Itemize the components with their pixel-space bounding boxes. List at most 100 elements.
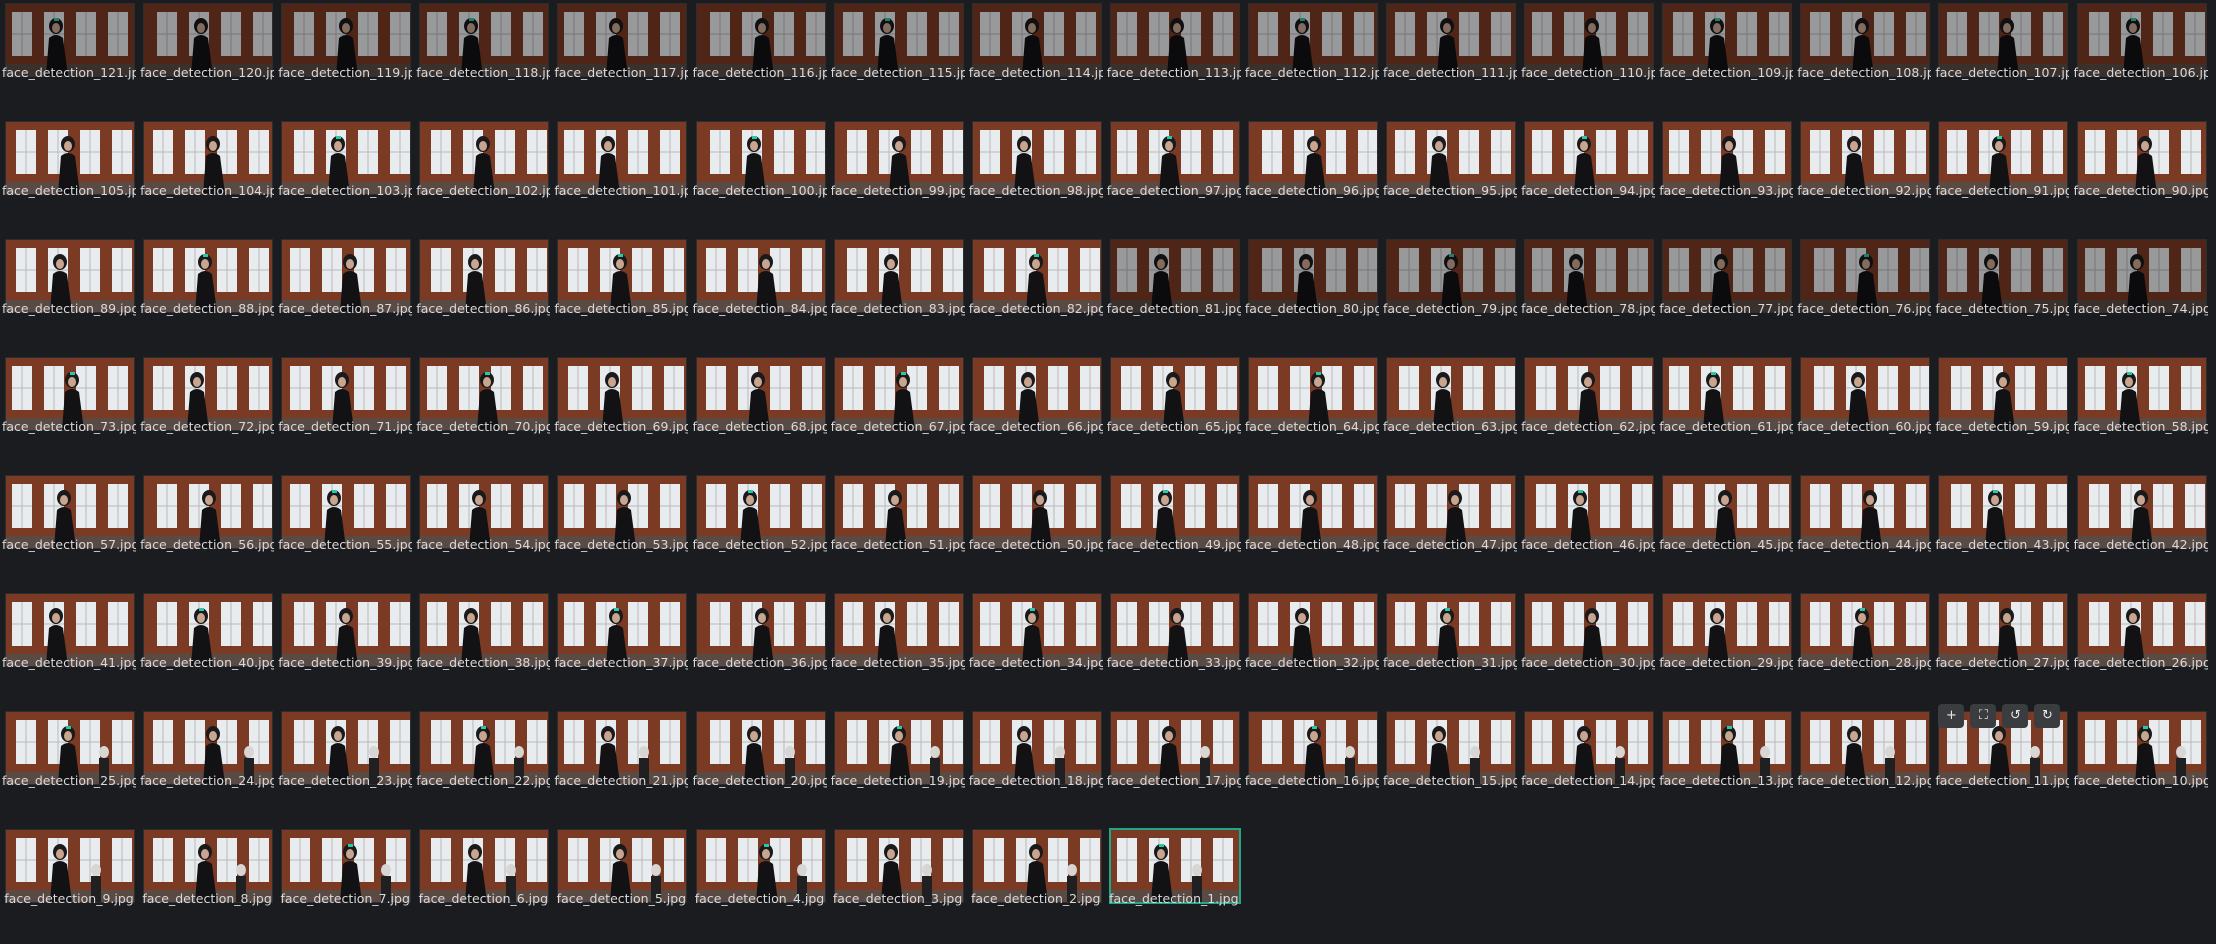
gallery-thumbnail[interactable]: face_detection_57.jpg: [0, 472, 138, 590]
gallery-thumbnail[interactable]: face_detection_88.jpg: [138, 236, 276, 354]
gallery-thumbnail[interactable]: face_detection_108.jpg: [1795, 0, 1933, 118]
gallery-thumbnail[interactable]: face_detection_95.jpg: [1381, 118, 1519, 236]
gallery-thumbnail[interactable]: face_detection_24.jpg: [138, 708, 276, 826]
gallery-thumbnail[interactable]: face_detection_58.jpg: [2072, 354, 2210, 472]
gallery-thumbnail[interactable]: face_detection_98.jpg: [967, 118, 1105, 236]
gallery-thumbnail[interactable]: face_detection_72.jpg: [138, 354, 276, 472]
gallery-thumbnail[interactable]: face_detection_114.jpg: [967, 0, 1105, 118]
gallery-thumbnail[interactable]: face_detection_27.jpg: [1933, 590, 2071, 708]
gallery-thumbnail[interactable]: face_detection_64.jpg: [1243, 354, 1381, 472]
gallery-thumbnail[interactable]: face_detection_32.jpg: [1243, 590, 1381, 708]
gallery-thumbnail[interactable]: face_detection_7.jpg: [276, 826, 414, 944]
gallery-thumbnail[interactable]: face_detection_61.jpg: [1657, 354, 1795, 472]
gallery-thumbnail[interactable]: face_detection_53.jpg: [552, 472, 690, 590]
gallery-thumbnail[interactable]: face_detection_9.jpg: [0, 826, 138, 944]
gallery-thumbnail[interactable]: face_detection_22.jpg: [414, 708, 552, 826]
gallery-thumbnail[interactable]: face_detection_102.jpg: [414, 118, 552, 236]
gallery-thumbnail[interactable]: face_detection_20.jpg: [691, 708, 829, 826]
gallery-thumbnail[interactable]: face_detection_50.jpg: [967, 472, 1105, 590]
gallery-thumbnail[interactable]: face_detection_34.jpg: [967, 590, 1105, 708]
gallery-thumbnail[interactable]: face_detection_97.jpg: [1105, 118, 1243, 236]
gallery-thumbnail[interactable]: face_detection_29.jpg: [1657, 590, 1795, 708]
gallery-thumbnail[interactable]: face_detection_17.jpg: [1105, 708, 1243, 826]
gallery-thumbnail[interactable]: face_detection_43.jpg: [1933, 472, 2071, 590]
gallery-thumbnail[interactable]: face_detection_70.jpg: [414, 354, 552, 472]
gallery-thumbnail[interactable]: face_detection_41.jpg: [0, 590, 138, 708]
gallery-thumbnail[interactable]: face_detection_96.jpg: [1243, 118, 1381, 236]
gallery-thumbnail[interactable]: face_detection_86.jpg: [414, 236, 552, 354]
gallery-thumbnail[interactable]: face_detection_83.jpg: [829, 236, 967, 354]
gallery-thumbnail[interactable]: face_detection_25.jpg: [0, 708, 138, 826]
gallery-thumbnail[interactable]: face_detection_93.jpg: [1657, 118, 1795, 236]
gallery-thumbnail[interactable]: face_detection_101.jpg: [552, 118, 690, 236]
gallery-thumbnail[interactable]: face_detection_51.jpg: [829, 472, 967, 590]
gallery-thumbnail[interactable]: face_detection_21.jpg: [552, 708, 690, 826]
gallery-thumbnail[interactable]: face_detection_99.jpg: [829, 118, 967, 236]
gallery-thumbnail[interactable]: face_detection_91.jpg: [1933, 118, 2071, 236]
gallery-thumbnail[interactable]: face_detection_115.jpg: [829, 0, 967, 118]
gallery-thumbnail[interactable]: face_detection_73.jpg: [0, 354, 138, 472]
gallery-thumbnail[interactable]: face_detection_121.jpg: [0, 0, 138, 118]
gallery-thumbnail[interactable]: face_detection_35.jpg: [829, 590, 967, 708]
gallery-thumbnail[interactable]: face_detection_11.jpg + ⛶ ↺ ↻: [1933, 704, 2071, 826]
gallery-thumbnail[interactable]: face_detection_38.jpg: [414, 590, 552, 708]
gallery-thumbnail[interactable]: face_detection_90.jpg: [2072, 118, 2210, 236]
gallery-thumbnail[interactable]: face_detection_74.jpg: [2072, 236, 2210, 354]
gallery-thumbnail[interactable]: face_detection_68.jpg: [691, 354, 829, 472]
gallery-thumbnail[interactable]: face_detection_113.jpg: [1105, 0, 1243, 118]
gallery-thumbnail[interactable]: face_detection_111.jpg: [1381, 0, 1519, 118]
gallery-thumbnail[interactable]: face_detection_77.jpg: [1657, 236, 1795, 354]
gallery-thumbnail[interactable]: face_detection_8.jpg: [138, 826, 276, 944]
gallery-thumbnail[interactable]: face_detection_28.jpg: [1795, 590, 1933, 708]
gallery-thumbnail[interactable]: face_detection_84.jpg: [691, 236, 829, 354]
gallery-thumbnail[interactable]: face_detection_14.jpg: [1519, 708, 1657, 826]
gallery-thumbnail[interactable]: face_detection_16.jpg: [1243, 708, 1381, 826]
gallery-thumbnail[interactable]: face_detection_112.jpg: [1243, 0, 1381, 118]
gallery-thumbnail[interactable]: face_detection_3.jpg: [829, 826, 967, 944]
gallery-thumbnail[interactable]: face_detection_13.jpg: [1657, 708, 1795, 826]
gallery-thumbnail[interactable]: face_detection_44.jpg: [1795, 472, 1933, 590]
gallery-thumbnail[interactable]: face_detection_19.jpg: [829, 708, 967, 826]
gallery-thumbnail[interactable]: face_detection_2.jpg: [967, 826, 1105, 944]
gallery-thumbnail[interactable]: face_detection_47.jpg: [1381, 472, 1519, 590]
gallery-thumbnail[interactable]: face_detection_40.jpg: [138, 590, 276, 708]
gallery-thumbnail[interactable]: face_detection_39.jpg: [276, 590, 414, 708]
gallery-thumbnail[interactable]: face_detection_49.jpg: [1105, 472, 1243, 590]
fit-frame-button[interactable]: ⛶: [1970, 704, 1997, 728]
gallery-thumbnail[interactable]: face_detection_85.jpg: [552, 236, 690, 354]
gallery-thumbnail[interactable]: face_detection_33.jpg: [1105, 590, 1243, 708]
gallery-thumbnail[interactable]: face_detection_30.jpg: [1519, 590, 1657, 708]
plus-button[interactable]: +: [1938, 704, 1965, 728]
gallery-thumbnail[interactable]: face_detection_36.jpg: [691, 590, 829, 708]
gallery-thumbnail[interactable]: face_detection_12.jpg: [1795, 708, 1933, 826]
gallery-thumbnail[interactable]: face_detection_110.jpg: [1519, 0, 1657, 118]
gallery-thumbnail[interactable]: face_detection_82.jpg: [967, 236, 1105, 354]
gallery-thumbnail[interactable]: face_detection_76.jpg: [1795, 236, 1933, 354]
gallery-thumbnail[interactable]: face_detection_100.jpg: [691, 118, 829, 236]
gallery-thumbnail[interactable]: face_detection_69.jpg: [552, 354, 690, 472]
gallery-thumbnail[interactable]: face_detection_118.jpg: [414, 0, 552, 118]
gallery-thumbnail[interactable]: face_detection_31.jpg: [1381, 590, 1519, 708]
gallery-thumbnail[interactable]: face_detection_55.jpg: [276, 472, 414, 590]
gallery-thumbnail[interactable]: face_detection_45.jpg: [1657, 472, 1795, 590]
gallery-thumbnail[interactable]: face_detection_52.jpg: [691, 472, 829, 590]
gallery-thumbnail[interactable]: face_detection_6.jpg: [414, 826, 552, 944]
gallery-thumbnail[interactable]: face_detection_81.jpg: [1105, 236, 1243, 354]
rotate-right-button[interactable]: ↻: [2034, 704, 2061, 728]
gallery-thumbnail[interactable]: face_detection_103.jpg: [276, 118, 414, 236]
gallery-thumbnail[interactable]: face_detection_26.jpg: [2072, 590, 2210, 708]
gallery-thumbnail[interactable]: face_detection_42.jpg: [2072, 472, 2210, 590]
gallery-thumbnail[interactable]: face_detection_62.jpg: [1519, 354, 1657, 472]
gallery-thumbnail[interactable]: face_detection_120.jpg: [138, 0, 276, 118]
gallery-thumbnail[interactable]: face_detection_1.jpg: [1105, 826, 1243, 944]
gallery-thumbnail[interactable]: face_detection_107.jpg: [1933, 0, 2071, 118]
gallery-thumbnail[interactable]: face_detection_78.jpg: [1519, 236, 1657, 354]
gallery-thumbnail[interactable]: face_detection_79.jpg: [1381, 236, 1519, 354]
gallery-thumbnail[interactable]: face_detection_46.jpg: [1519, 472, 1657, 590]
gallery-thumbnail[interactable]: face_detection_92.jpg: [1795, 118, 1933, 236]
gallery-thumbnail[interactable]: face_detection_104.jpg: [138, 118, 276, 236]
gallery-thumbnail[interactable]: face_detection_94.jpg: [1519, 118, 1657, 236]
gallery-thumbnail[interactable]: face_detection_10.jpg: [2072, 708, 2210, 826]
gallery-thumbnail[interactable]: face_detection_109.jpg: [1657, 0, 1795, 118]
gallery-thumbnail[interactable]: face_detection_66.jpg: [967, 354, 1105, 472]
